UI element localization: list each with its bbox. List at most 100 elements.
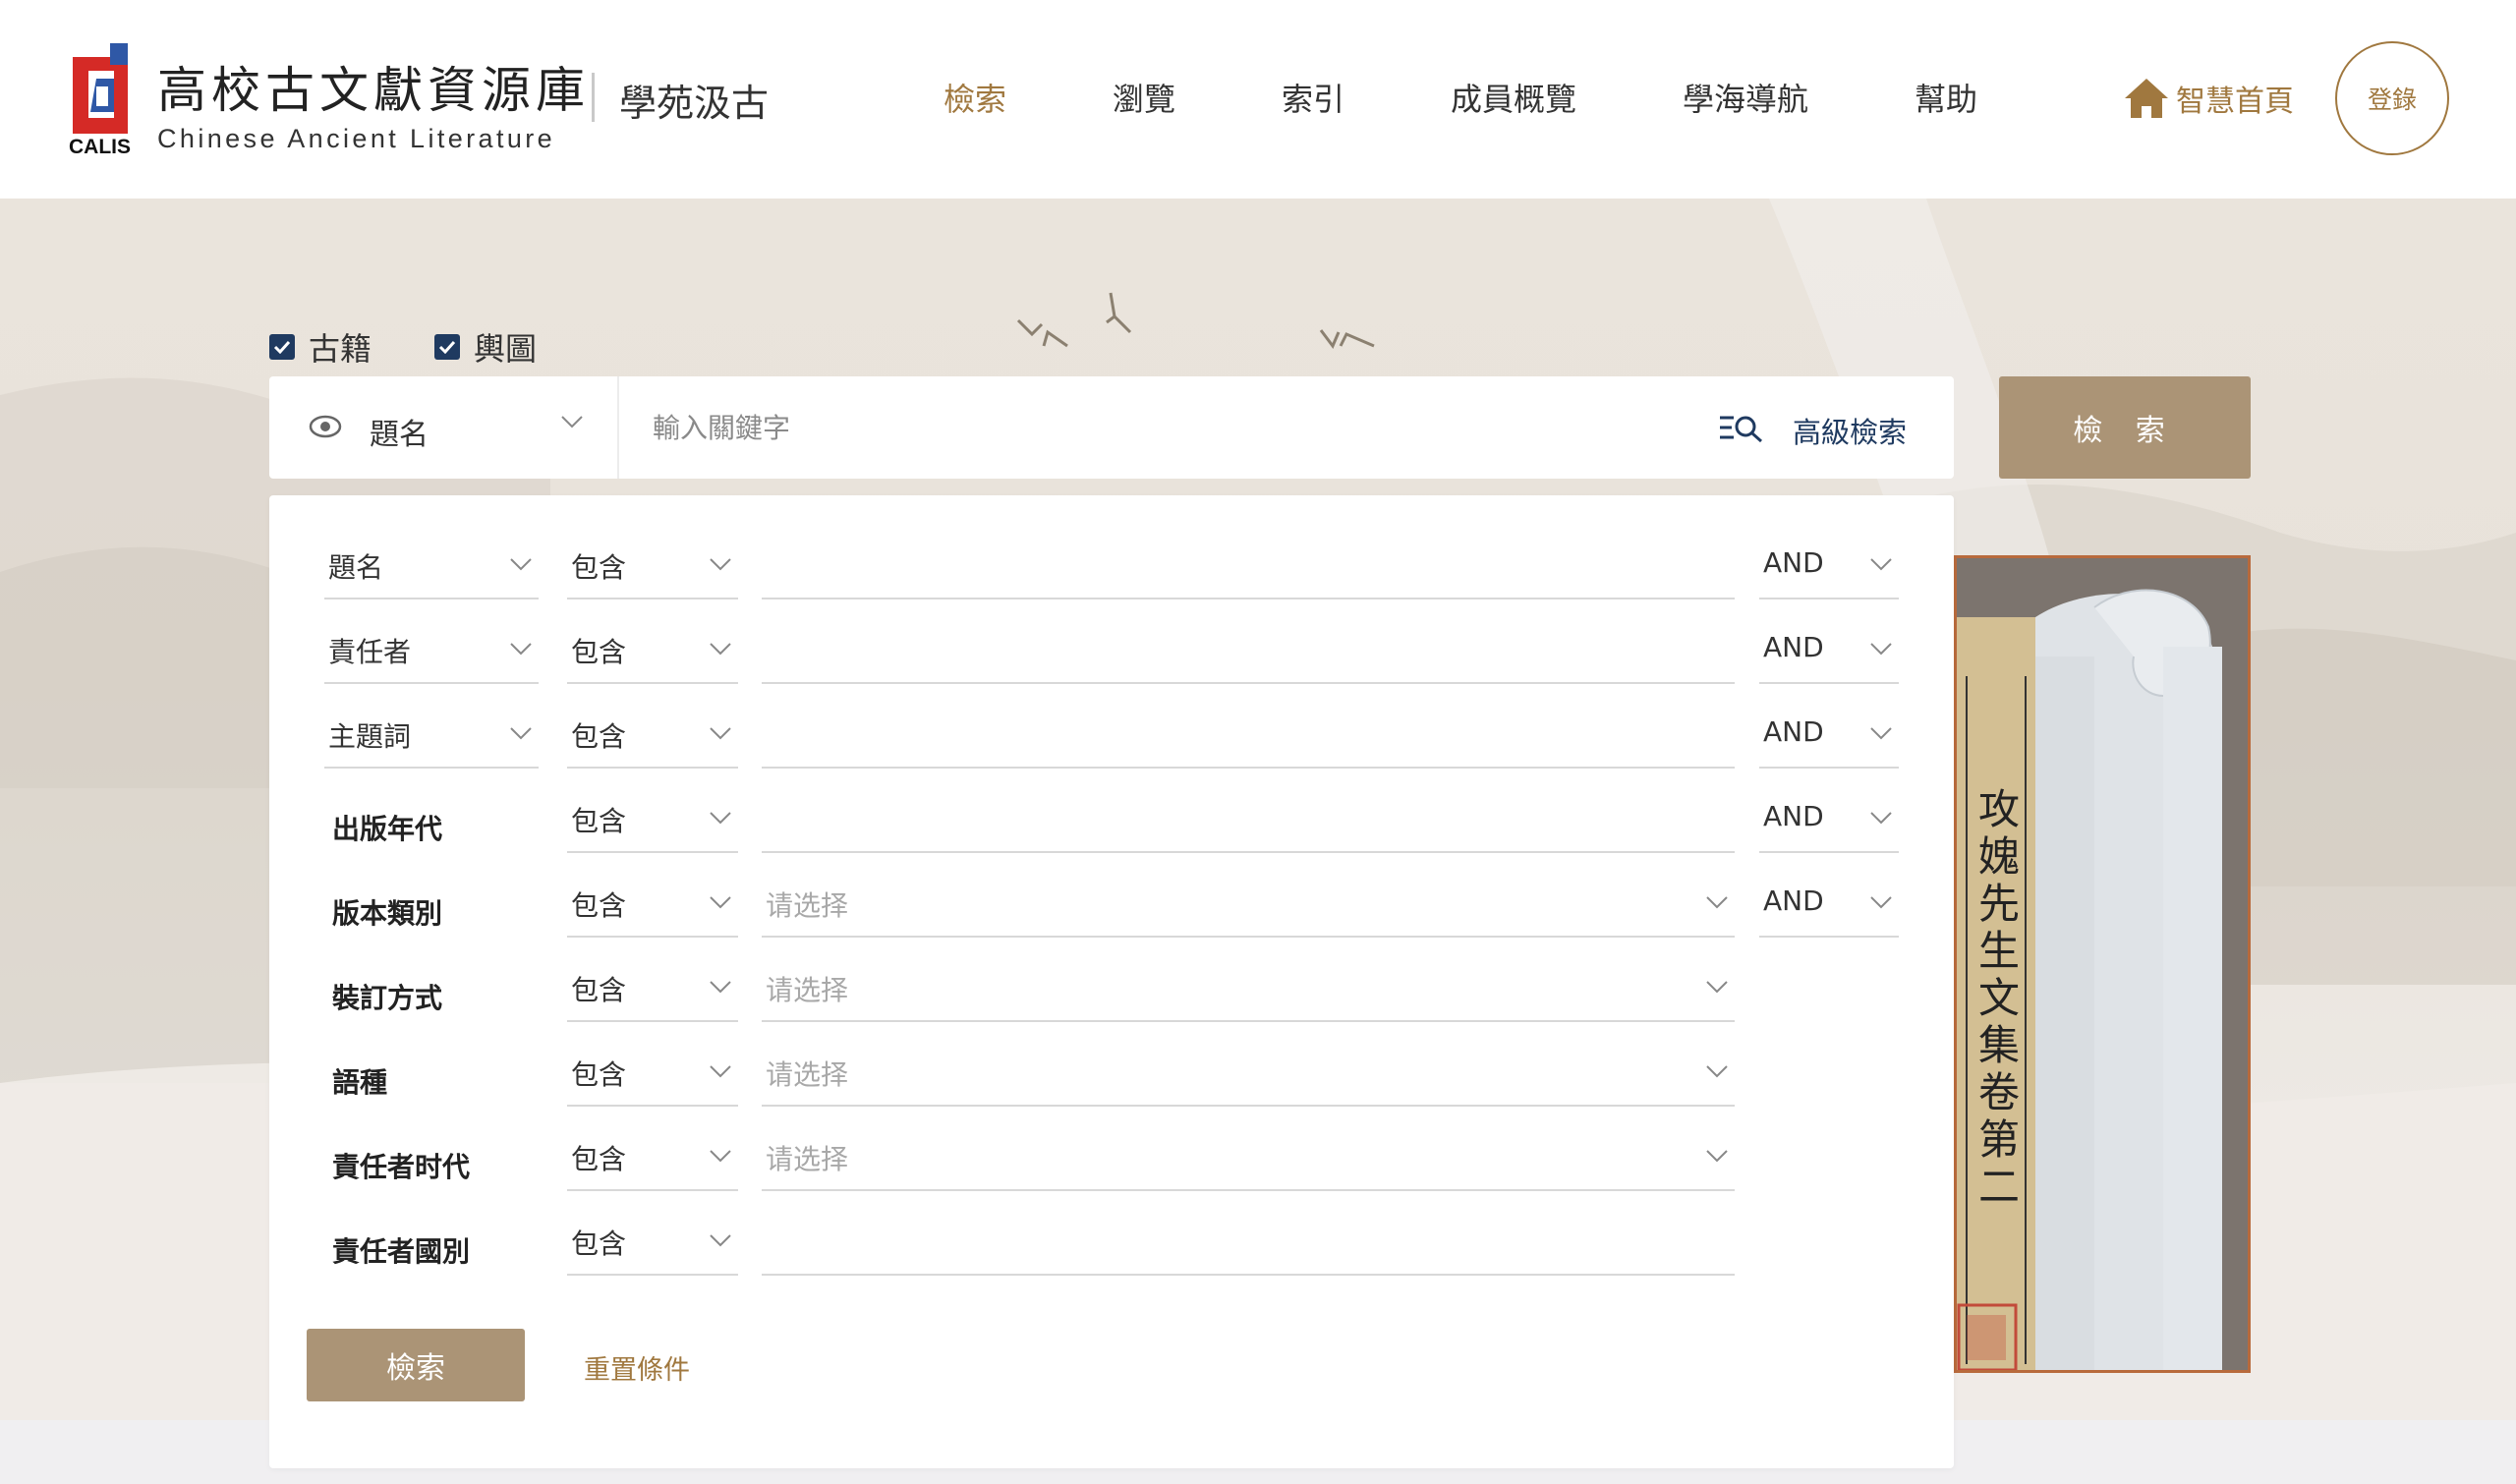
chevron-down-icon <box>710 727 731 740</box>
value-select[interactable]: 请选择 <box>762 959 1735 1022</box>
nav-index[interactable]: 索引 <box>1282 75 1344 120</box>
checkbox-checked-icon[interactable] <box>434 334 460 360</box>
source-maps[interactable]: 輿圖 <box>434 324 537 370</box>
checkbox-checked-icon[interactable] <box>269 334 295 360</box>
value-input[interactable] <box>762 706 1735 769</box>
site-slogan: 學苑汲古 <box>619 82 770 125</box>
match-select-value: 包含 <box>571 1227 627 1260</box>
chevron-down-icon <box>710 643 731 656</box>
boolean-op-value: AND <box>1763 715 1824 748</box>
match-select[interactable]: 包含 <box>567 875 738 938</box>
match-select[interactable]: 包含 <box>567 706 738 769</box>
value-input[interactable] <box>762 790 1735 853</box>
condition-row: 責任者國別 包含 <box>269 1193 1954 1278</box>
match-select-value: 包含 <box>571 551 627 584</box>
bird-icon <box>1319 329 1375 349</box>
nav-search[interactable]: 檢索 <box>944 75 1006 120</box>
boolean-op-select[interactable]: AND <box>1759 790 1899 853</box>
bird-icon <box>1016 318 1068 348</box>
smart-home-label: 智慧首頁 <box>2176 85 2294 119</box>
logo-divider <box>592 73 595 122</box>
reset-conditions-link[interactable]: 重置條件 <box>584 1348 690 1387</box>
field-label: 裝訂方式 <box>332 982 443 1014</box>
chevron-down-icon <box>1870 727 1892 740</box>
nav-help[interactable]: 幫助 <box>1915 75 1977 120</box>
chevron-down-icon <box>510 727 532 740</box>
match-select-value: 包含 <box>571 1143 627 1175</box>
condition-row: 責任者 包含 AND <box>269 601 1954 686</box>
source-label: 輿圖 <box>474 330 538 368</box>
field-label: 語種 <box>332 1066 388 1099</box>
nav-navigation[interactable]: 學海導航 <box>1683 75 1808 120</box>
search-bar: 題名 高級檢索 <box>269 376 1954 479</box>
value-input[interactable] <box>762 621 1735 684</box>
value-select[interactable]: 请选择 <box>762 875 1735 938</box>
ancient-book-image: 攻 媿 先 生 文 集 卷 第 二 <box>1954 555 2251 1373</box>
nav-members[interactable]: 成員概覽 <box>1451 75 1576 120</box>
logo-mark-text: CALIS <box>69 136 131 157</box>
field-select[interactable]: 責任者 <box>324 621 539 684</box>
eye-icon <box>309 415 342 438</box>
match-select[interactable]: 包含 <box>567 959 738 1022</box>
keyword-input[interactable] <box>653 398 1901 457</box>
match-select[interactable]: 包含 <box>567 790 738 853</box>
source-ancient-books[interactable]: 古籍 <box>269 324 372 370</box>
value-input[interactable] <box>762 1213 1735 1276</box>
match-select[interactable]: 包含 <box>567 1213 738 1276</box>
advanced-search-icon[interactable] <box>1718 414 1765 443</box>
book-title-text: 攻 媿 先 生 文 集 卷 第 二 <box>1978 785 2032 1211</box>
match-select-value: 包含 <box>571 974 627 1006</box>
bird-icon <box>1106 292 1132 334</box>
chevron-down-icon <box>710 981 731 994</box>
value-select-placeholder: 请选择 <box>766 974 849 1006</box>
chevron-down-icon <box>1870 896 1892 909</box>
search-button[interactable]: 檢 索 <box>1999 376 2251 479</box>
condition-row: 裝訂方式 包含 请选择 <box>269 940 1954 1024</box>
chevron-down-icon <box>710 558 731 571</box>
condition-row: 主題詞 包含 AND <box>269 686 1954 771</box>
boolean-op-select[interactable]: AND <box>1759 706 1899 769</box>
nav-browse[interactable]: 瀏覽 <box>1113 75 1175 120</box>
chevron-down-icon <box>1870 558 1892 571</box>
value-select-placeholder: 请选择 <box>766 1058 849 1091</box>
boolean-op-select[interactable]: AND <box>1759 537 1899 599</box>
advanced-search-panel: 題名 包含 AND 責任者 包含 AND 主題詞 包含 AND 出版年代 包含 … <box>269 495 1954 1468</box>
field-select[interactable]: 題名 <box>324 537 539 599</box>
boolean-op-select[interactable]: AND <box>1759 875 1899 938</box>
boolean-op-select[interactable]: AND <box>1759 621 1899 684</box>
condition-row: 版本類別 包含 请选择 AND <box>269 855 1954 940</box>
chevron-down-icon <box>1706 981 1728 994</box>
chevron-down-icon <box>710 896 731 909</box>
match-select[interactable]: 包含 <box>567 1128 738 1191</box>
smart-home-link[interactable]: 智慧首頁 <box>2123 77 2294 120</box>
chevron-down-icon <box>1706 1150 1728 1163</box>
field-select-value: 題名 <box>328 551 384 584</box>
value-input[interactable] <box>762 537 1735 599</box>
condition-row: 語種 包含 请选择 <box>269 1024 1954 1109</box>
field-select-value: 責任者 <box>328 636 412 668</box>
match-select[interactable]: 包含 <box>567 621 738 684</box>
chevron-down-icon <box>561 416 583 428</box>
match-select-value: 包含 <box>571 805 627 837</box>
match-select-value: 包含 <box>571 636 627 668</box>
field-label: 責任者國別 <box>332 1235 471 1268</box>
value-select[interactable]: 请选择 <box>762 1044 1735 1107</box>
advanced-search-link[interactable]: 高級檢索 <box>1793 410 1907 451</box>
chevron-down-icon <box>1706 896 1728 909</box>
match-select[interactable]: 包含 <box>567 1044 738 1107</box>
match-select[interactable]: 包含 <box>567 537 738 599</box>
chevron-down-icon <box>510 558 532 571</box>
value-select-placeholder: 请选择 <box>766 1143 849 1175</box>
calis-logo-icon[interactable]: CALIS <box>67 39 142 157</box>
boolean-op-value: AND <box>1763 885 1824 917</box>
match-select-value: 包含 <box>571 889 627 922</box>
source-label: 古籍 <box>309 330 372 368</box>
chevron-down-icon <box>710 1150 731 1163</box>
advanced-search-button[interactable]: 檢索 <box>307 1329 525 1401</box>
value-select[interactable]: 请选择 <box>762 1128 1735 1191</box>
login-button[interactable]: 登錄 <box>2335 41 2449 155</box>
search-field-select[interactable]: 題名 <box>269 376 619 479</box>
field-select[interactable]: 主題詞 <box>324 706 539 769</box>
site-title[interactable]: 高校古文獻資源庫 <box>157 51 590 122</box>
field-label: 版本類別 <box>332 897 443 930</box>
